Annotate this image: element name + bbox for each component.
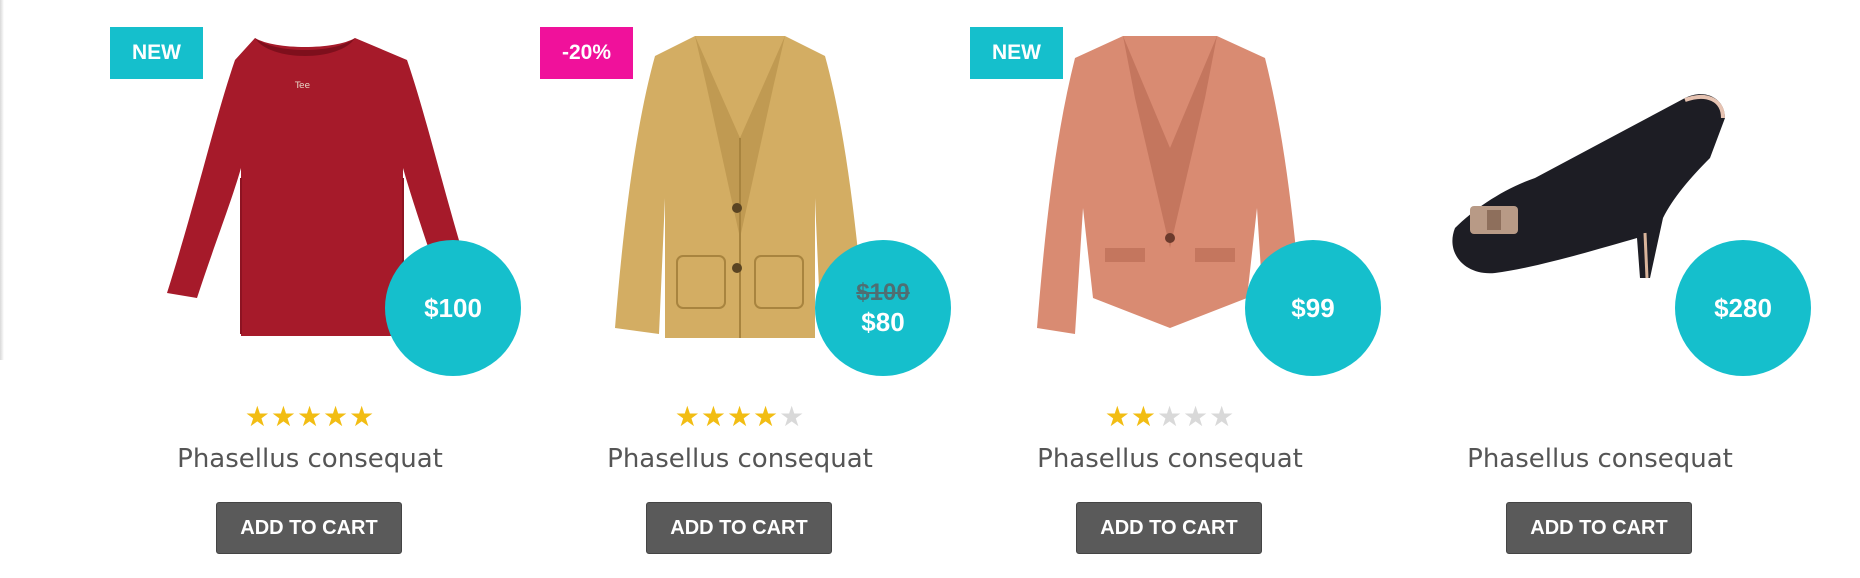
price-circle: $99 bbox=[1245, 240, 1381, 376]
product-card: NEW $99 ★★★★★ Phasellus consequat ADD TO… bbox=[960, 0, 1381, 578]
price-circle: $100 $80 bbox=[815, 240, 951, 376]
product-title[interactable]: Phasellus consequat bbox=[1390, 444, 1810, 474]
star-icon: ★ bbox=[1130, 400, 1157, 433]
star-icon: ★ bbox=[270, 400, 297, 433]
product-card: -20% $100 $80 ★★★★★ Phasellus consequat … bbox=[530, 0, 951, 578]
star-icon: ★ bbox=[1183, 400, 1210, 433]
add-to-cart-button[interactable]: ADD TO CART bbox=[1076, 502, 1262, 554]
add-to-cart-button[interactable]: ADD TO CART bbox=[216, 502, 402, 554]
add-to-cart-button[interactable]: ADD TO CART bbox=[646, 502, 832, 554]
star-icon: ★ bbox=[726, 400, 754, 433]
current-price: $280 bbox=[1714, 293, 1772, 323]
star-icon: ★ bbox=[296, 400, 324, 433]
star-icon: ★ bbox=[244, 400, 271, 433]
star-icon: ★ bbox=[779, 400, 806, 433]
price-circle: $280 bbox=[1675, 240, 1811, 376]
price-circle: $100 bbox=[385, 240, 521, 376]
product-badge: NEW bbox=[110, 27, 203, 79]
svg-text:Tee: Tee bbox=[294, 81, 311, 91]
rating-stars: ★★★★★ bbox=[960, 402, 1380, 432]
add-to-cart-button[interactable]: ADD TO CART bbox=[1506, 502, 1692, 554]
product-badge: NEW bbox=[970, 27, 1063, 79]
star-icon: ★ bbox=[1156, 400, 1184, 433]
rating-stars: ★★★★★ bbox=[100, 402, 520, 432]
current-price: $100 bbox=[424, 293, 482, 323]
product-grid: Tee NEW $100 ★★★★★ Phasellus consequat A… bbox=[0, 0, 1860, 578]
old-price: $100 bbox=[856, 279, 910, 306]
rating-stars: ★★★★★ bbox=[530, 402, 950, 432]
product-badge: -20% bbox=[540, 27, 634, 79]
product-title[interactable]: Phasellus consequat bbox=[100, 444, 520, 474]
star-icon: ★ bbox=[1104, 400, 1131, 433]
current-price: $80 bbox=[861, 307, 905, 337]
product-card: $280 Phasellus consequat ADD TO CART bbox=[1390, 0, 1811, 578]
star-icon: ★ bbox=[753, 400, 780, 433]
star-icon: ★ bbox=[674, 400, 701, 433]
star-icon: ★ bbox=[700, 400, 727, 433]
product-title[interactable]: Phasellus consequat bbox=[530, 444, 950, 474]
product-card: Tee NEW $100 ★★★★★ Phasellus consequat A… bbox=[100, 0, 521, 578]
star-icon: ★ bbox=[1209, 400, 1236, 433]
product-title[interactable]: Phasellus consequat bbox=[960, 444, 1380, 474]
current-price: $99 bbox=[1291, 293, 1335, 323]
star-icon: ★ bbox=[349, 400, 376, 433]
star-icon: ★ bbox=[323, 400, 350, 433]
